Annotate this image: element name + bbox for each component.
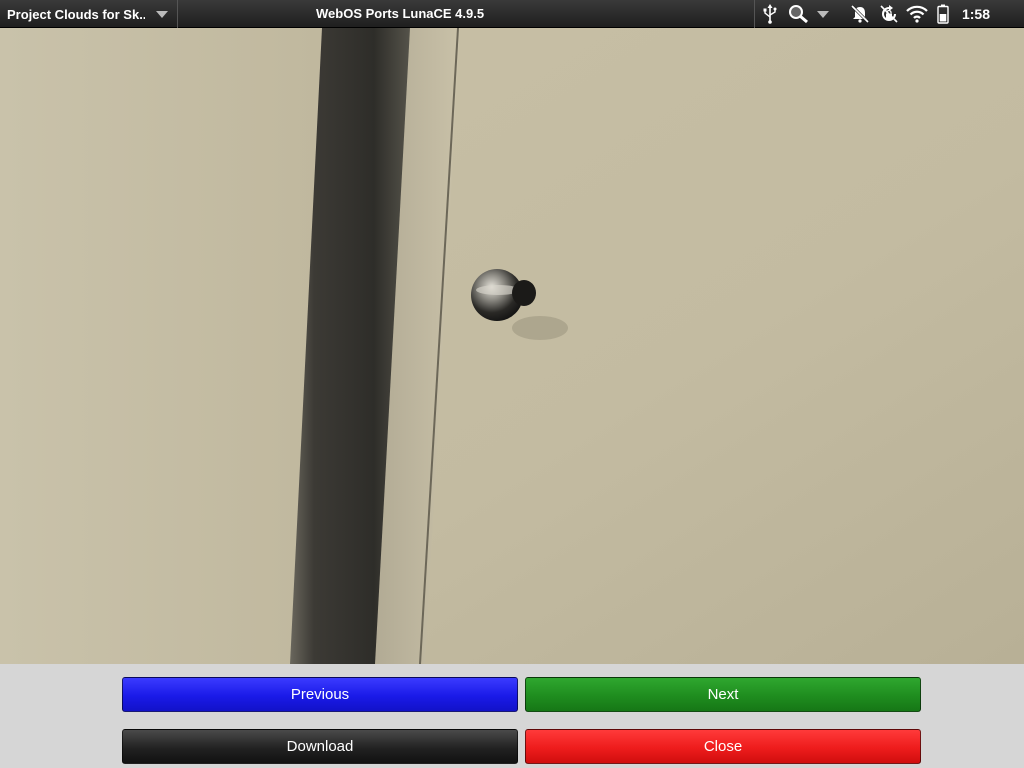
next-button[interactable]: Next	[525, 677, 921, 712]
photo-viewer-image[interactable]	[0, 28, 1024, 664]
app-menu[interactable]: Project Clouds for Sk...	[0, 0, 178, 28]
chevron-down-icon	[817, 11, 829, 18]
photo-image	[0, 28, 1024, 664]
download-button[interactable]: Download	[122, 729, 518, 764]
rotation-lock-icon	[880, 5, 898, 23]
clock: 1:58	[961, 6, 990, 22]
chevron-down-icon	[156, 11, 168, 18]
system-status-area[interactable]: 1:58	[754, 0, 1024, 28]
battery-icon	[937, 4, 949, 24]
wifi-icon	[906, 5, 928, 23]
usb-icon	[763, 4, 777, 24]
previous-button[interactable]: Previous	[122, 677, 518, 712]
search-icon	[789, 5, 808, 24]
carrier-label: WebOS Ports LunaCE 4.9.5	[316, 6, 485, 21]
command-panel: Previous Next Download Close	[0, 664, 1024, 768]
status-bar: Project Clouds for Sk... WebOS Ports Lun…	[0, 0, 1024, 28]
app-menu-label: Project Clouds for Sk...	[7, 6, 145, 22]
close-button[interactable]: Close	[525, 729, 921, 764]
mute-icon	[850, 4, 870, 24]
